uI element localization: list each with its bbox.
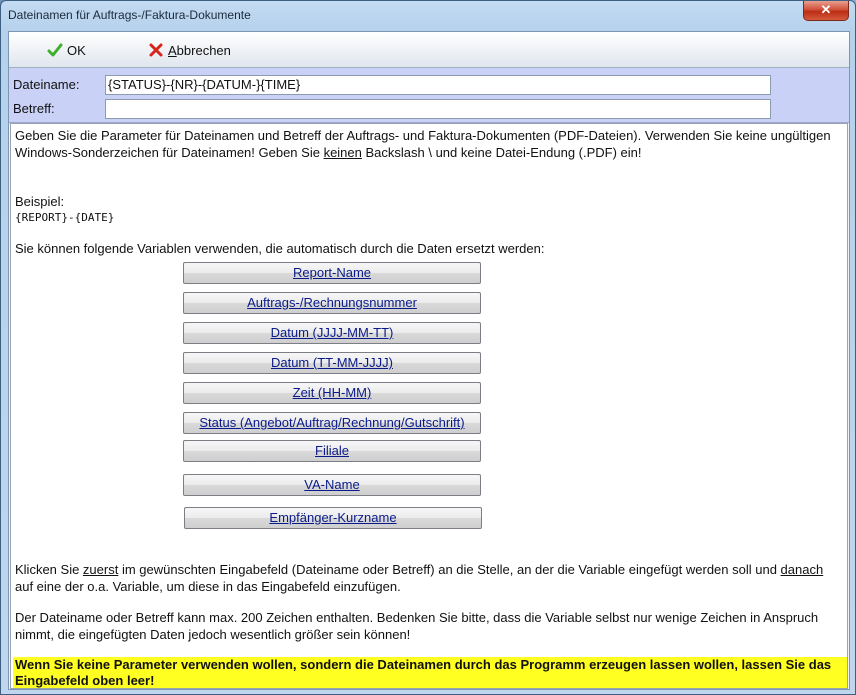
intro-text-2: Backslash \ und keine Datei-Endung (.PDF… — [361, 145, 642, 160]
ok-button[interactable]: OK — [47, 41, 86, 59]
click-text-1: Klicken Sie — [15, 562, 83, 577]
title-bar[interactable]: Dateinamen für Auftrags-/Faktura-Dokumen… — [1, 1, 855, 31]
checkmark-icon — [47, 42, 63, 58]
cancel-label-rest: bbrechen — [176, 42, 231, 58]
variable-button-status[interactable]: Status (Angebot/Auftrag/Rechnung/Gutschr… — [183, 412, 481, 434]
limit-paragraph: Der Dateiname oder Betreff kann max. 200… — [15, 610, 819, 642]
ok-label: OK — [67, 42, 86, 58]
click-instructions: Klicken Sie zuerst im gewünschten Eingab… — [15, 561, 837, 595]
cancel-label: Abbrechen — [168, 43, 231, 58]
warning-highlight: Wenn Sie keine Parameter verwenden wolle… — [13, 657, 847, 688]
variables-intro: Sie können folgende Variablen verwenden,… — [15, 241, 545, 256]
intro-keinen: keinen — [323, 145, 362, 160]
filename-label: Dateiname: — [13, 77, 80, 92]
subject-input[interactable] — [105, 99, 771, 119]
variable-button-order-number[interactable]: Auftrags-/Rechnungsnummer — [183, 292, 481, 314]
variable-button-branch[interactable]: Filiale — [183, 440, 481, 462]
window-title: Dateinamen für Auftrags-/Faktura-Dokumen… — [8, 8, 251, 22]
variable-button-va-name[interactable]: VA-Name — [183, 474, 481, 496]
variable-button-date-de[interactable]: Datum (TT-MM-JJJJ) — [183, 352, 481, 374]
click-zuerst: zuerst — [82, 562, 119, 577]
click-text-3: auf eine der o.a. Variable, um diese in … — [15, 579, 401, 594]
help-text-area[interactable]: Geben Sie die Parameter für Dateinamen u… — [10, 123, 848, 689]
dialog-client: OK Abbrechen Dateiname: {STATUS}-{NR}-{D… — [8, 31, 850, 690]
variable-button-time[interactable]: Zeit (HH-MM) — [183, 382, 481, 404]
toolbar: OK Abbrechen — [9, 32, 849, 68]
click-text-2: im gewünschten Eingabefeld (Dateiname od… — [118, 562, 781, 577]
example-code: {REPORT}-{DATE} — [15, 211, 115, 224]
subject-label: Betreff: — [13, 101, 55, 116]
filename-input[interactable]: {STATUS}-{NR}-{DATUM-}{TIME} — [105, 75, 771, 95]
variable-button-report-name[interactable]: Report-Name — [183, 262, 481, 284]
example-label: Beispiel: — [15, 194, 65, 209]
dialog-window: Dateinamen für Auftrags-/Faktura-Dokumen… — [0, 0, 856, 695]
cancel-accelerator: A — [168, 42, 177, 58]
cancel-button[interactable]: Abbrechen — [148, 41, 231, 59]
red-x-icon — [148, 42, 164, 58]
input-form: Dateiname: {STATUS}-{NR}-{DATUM-}{TIME} … — [9, 68, 849, 123]
variable-button-recipient[interactable]: Empfänger-Kurzname — [184, 507, 482, 529]
variable-button-date-iso[interactable]: Datum (JJJJ-MM-TT) — [183, 322, 481, 344]
close-button[interactable]: ✕ — [803, 1, 849, 21]
click-danach: danach — [780, 562, 824, 577]
intro-paragraph: Geben Sie die Parameter für Dateinamen u… — [15, 127, 837, 161]
